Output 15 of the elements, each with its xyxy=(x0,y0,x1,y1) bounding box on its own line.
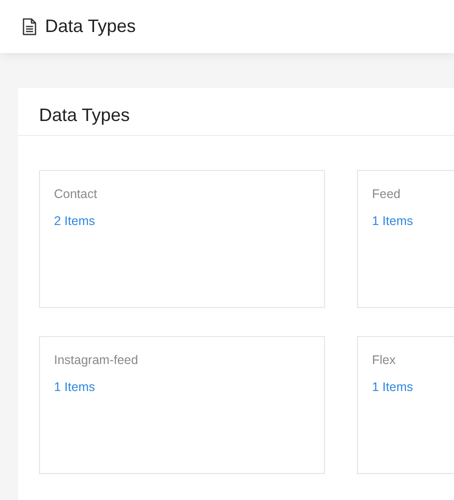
document-icon xyxy=(22,18,37,36)
page-title: Data Types xyxy=(45,16,136,37)
data-type-name: Feed xyxy=(372,187,402,201)
items-count-link[interactable]: 1 Items xyxy=(372,380,413,394)
data-type-name: Flex xyxy=(372,353,397,367)
data-type-card[interactable]: Flex 1 Items xyxy=(357,336,454,474)
data-type-name: Instagram-feed xyxy=(54,353,140,367)
items-count-link[interactable]: 1 Items xyxy=(372,214,413,228)
data-type-card[interactable]: Contact 2 Items xyxy=(39,170,325,308)
items-count-link[interactable]: 1 Items xyxy=(54,380,95,394)
items-count-link[interactable]: 2 Items xyxy=(54,214,95,228)
data-type-card[interactable]: Instagram-feed 1 Items xyxy=(39,336,325,474)
data-type-name: Contact xyxy=(54,187,98,201)
data-type-card[interactable]: Feed 1 Items xyxy=(357,170,454,308)
panel-title: Data Types xyxy=(18,88,454,136)
